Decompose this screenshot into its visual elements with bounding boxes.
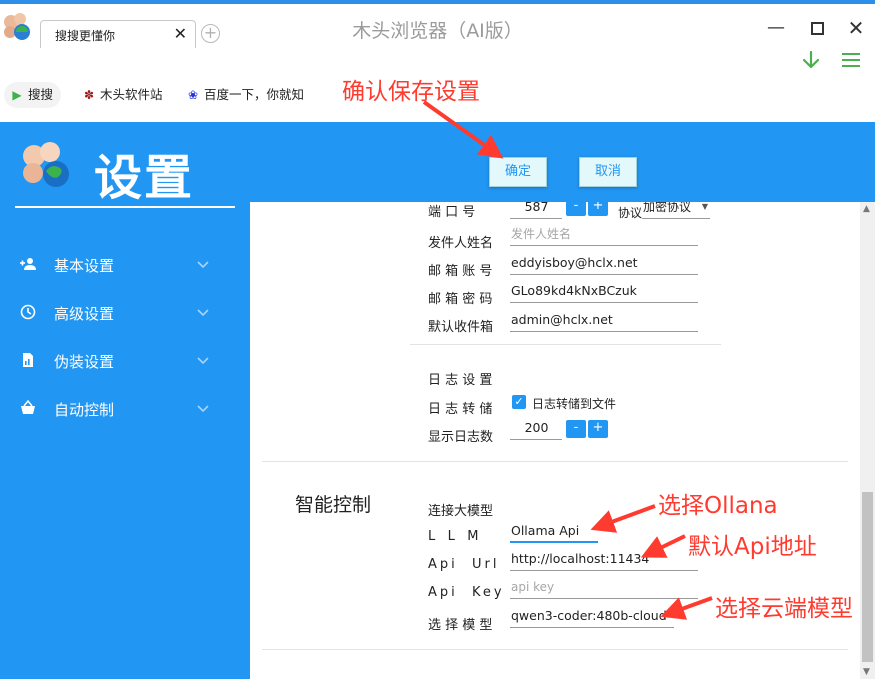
cancel-button[interactable]: 取消 [579,157,637,187]
email-account-input[interactable]: eddyisboy@hclx.net [510,253,698,275]
brand-logo-icon [23,142,69,187]
annotation-api: 默认Api地址 [688,534,817,560]
sidebar-item-disguise[interactable]: 伪装设置 [0,338,240,386]
protocol-label: 协议 [618,206,643,220]
port-decrement-button[interactable]: - [566,202,586,216]
menu-icon[interactable] [842,52,860,68]
port-input[interactable]: 587 [510,202,562,219]
sidebar-item-advanced[interactable]: 高级设置 [0,290,240,338]
chevron-down-icon [197,261,209,269]
chevron-down-icon [197,405,209,413]
minimize-icon[interactable]: — [766,18,786,38]
scrollbar-thumb[interactable] [862,492,873,662]
protocol-value: 加密协议 [643,202,692,214]
dropdown-caret-icon: ▼ [701,202,708,211]
title-bar: 搜搜更懂你 ✕ + 木头浏览器（AI版） — ✕ [0,0,875,48]
default-inbox-input[interactable]: admin@hclx.net [510,310,698,332]
divider [410,344,721,345]
tab-close-icon[interactable]: ✕ [174,24,187,43]
email-password-label: 邮 箱 密 码 [428,292,493,307]
play-icon: ▶ [12,88,22,102]
user-add-icon [20,258,36,270]
settings-sidebar: 基本设置 高级设置 伪装设置 自动控制 [0,242,240,434]
llm-select[interactable]: Ollama Api [510,521,598,543]
annotation-cloud: 选择云端模型 [715,596,853,622]
log-dump-label: 日 志 转 储 [428,402,493,417]
email-password-input[interactable]: GLo89kd4kNxBCzuk [510,281,698,303]
model-select[interactable]: qwen3-coder:480b-cloud [510,606,674,628]
api-key-label: Api Key [428,585,505,600]
sidebar-item-label: 高级设置 [54,305,115,323]
email-account-label: 邮 箱 账 号 [428,264,493,279]
scroll-down-icon[interactable]: ▼ [863,667,870,677]
sidebar-item-label: 基本设置 [54,257,115,275]
port-label: 端 口 号 [428,205,476,220]
tab-title: 搜搜更懂你 [55,29,116,43]
close-window-icon[interactable]: ✕ [846,18,866,38]
document-icon [23,353,33,367]
api-key-input[interactable]: api key [510,577,698,599]
log-dump-checkbox-label: 日志转储到文件 [532,397,617,411]
log-settings-label: 日 志 设 置 [428,373,493,388]
divider [262,649,848,650]
annotation-ollama: 选择Ollana [658,493,778,519]
scroll-up-icon[interactable]: ▲ [863,204,870,214]
download-icon[interactable] [801,50,821,70]
sidebar-item-label: 自动控制 [54,401,115,419]
model-select-label: 选 择 模 型 [428,618,493,633]
sidebar-item-basic[interactable]: 基本设置 [0,242,240,290]
chevron-down-icon [197,357,209,365]
api-url-label: Api Url [428,557,500,572]
content-scrollbar[interactable]: ▲ ▼ [860,202,875,679]
default-inbox-label: 默认收件箱 [428,320,494,335]
clock-icon [20,304,36,320]
log-count-decrement-button[interactable]: - [566,420,586,438]
log-dump-checkbox[interactable]: ✓ [512,395,526,409]
paw-icon: ❀ [187,88,199,102]
ai-control-title: 智能控制 [295,494,372,516]
title-divider [15,206,235,208]
sidebar-item-auto-control[interactable]: 自动控制 [0,386,240,434]
connect-model-label: 连接大模型 [428,504,494,519]
llm-label: L L M [428,529,479,544]
maximize-icon[interactable] [807,18,827,38]
chevron-down-icon [197,309,209,317]
log-count-increment-button[interactable]: + [588,420,608,438]
confirm-button[interactable]: 确定 [489,157,547,187]
api-url-input[interactable]: http://localhost:11434 [510,549,698,571]
bookmark-label: 搜搜 [28,87,54,102]
bookmark-label: 百度一下，你就知 [204,87,305,102]
bookmark-baidu[interactable]: ❀ 百度一下，你就知 [180,82,313,108]
wood-logo-icon: ✽ [83,88,95,102]
log-count-input[interactable]: 200 [510,418,562,440]
sidebar-item-label: 伪装设置 [54,353,115,371]
bookmark-mutou[interactable]: ✽ 木头软件站 [76,82,171,108]
protocol-select[interactable]: 加密协议 ▼ [642,202,710,219]
sender-name-label: 发件人姓名 [428,236,494,251]
annotation-save: 确认保存设置 [342,79,480,105]
app-logo-icon [4,13,30,40]
port-increment-button[interactable]: + [588,202,608,216]
sender-name-input[interactable]: 发件人姓名 [510,224,698,246]
settings-title: 设置 [94,150,195,206]
bookmark-sousou[interactable]: ▶ 搜搜 [4,82,62,108]
basket-icon [21,400,35,414]
bookmark-label: 木头软件站 [100,87,163,102]
browser-tab[interactable]: 搜搜更懂你 ✕ [40,20,196,48]
divider [262,461,848,462]
new-tab-icon[interactable]: + [201,24,220,43]
log-count-label: 显示日志数 [428,430,494,445]
